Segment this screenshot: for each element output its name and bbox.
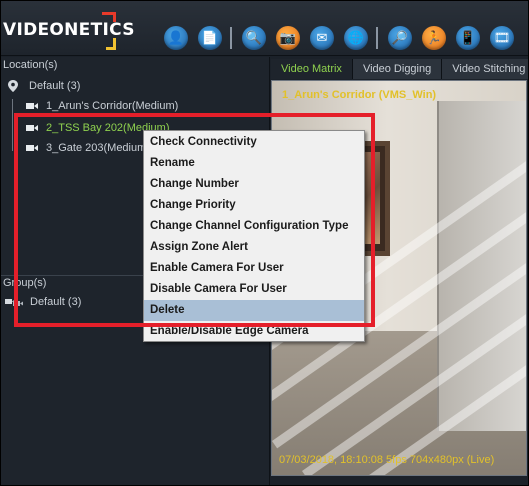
menu-item-disable-camera-for-user[interactable]: Disable Camera For User [144, 279, 364, 300]
videonetics-logo: VIDEONETICS [0, 12, 134, 50]
camera-item-1-label: 1_Arun's Corridor(Medium) [46, 100, 179, 112]
search-icon[interactable]: 🔎 [388, 26, 412, 50]
group-cameras-icon [5, 299, 23, 306]
menu-item-rename[interactable]: Rename [144, 153, 364, 174]
menu-item-assign-zone-alert[interactable]: Assign Zone Alert [144, 237, 364, 258]
logo-text: VIDEONETICS [3, 20, 135, 40]
video-camera-title: 1_Arun's Corridor (VMS_Win) [282, 89, 437, 101]
snapshot-icon[interactable]: 📷 [276, 26, 300, 50]
toolbar-separator [376, 27, 378, 49]
menu-item-change-number[interactable]: Change Number [144, 174, 364, 195]
camera-icon [26, 103, 38, 109]
running-man-icon[interactable]: 🏃 [422, 26, 446, 50]
mail-icon[interactable]: ✉ [310, 26, 334, 50]
location-default[interactable]: Default (3) [8, 77, 80, 95]
camera-item-1[interactable]: 1_Arun's Corridor(Medium) [26, 97, 178, 115]
toolbar-icons: 👤 📄 🔍 📷 ✉ 🌐 🔎 🏃 📱 🎞 [164, 24, 524, 52]
menu-item-check-connectivity[interactable]: Check Connectivity [144, 132, 364, 153]
mobile-icon[interactable]: 📱 [456, 26, 480, 50]
tree-connector [12, 99, 13, 151]
report-icon[interactable]: 📄 [198, 26, 222, 50]
video-reel-icon[interactable]: 🎞 [490, 26, 514, 50]
camera-item-3-label: 3_Gate 203(Medium) [46, 142, 150, 154]
tab-video-stitching[interactable]: Video Stitching [442, 59, 529, 79]
camera-icon [26, 125, 38, 131]
location-default-label: Default (3) [29, 80, 81, 92]
locations-header: Location(s) [3, 59, 58, 71]
groups-header: Group(s) [3, 277, 47, 289]
menu-item-enable-camera-for-user[interactable]: Enable Camera For User [144, 258, 364, 279]
camera-search-icon[interactable]: 🔍 [242, 26, 266, 50]
camera-icon [26, 145, 38, 151]
video-timestamp: 07/03/2018, 18:10:08 5fps 704x480px (Liv… [279, 454, 495, 466]
view-tabs: Video Matrix Video Digging Video Stitchi… [271, 59, 529, 79]
camera-item-3[interactable]: 3_Gate 203(Medium) [26, 139, 150, 157]
menu-item-enable-disable-edge-camera[interactable]: Enable/Disable Edge Camera [144, 321, 364, 342]
menu-item-change-channel-config[interactable]: Change Channel Configuration Type [144, 216, 364, 237]
context-menu: Check Connectivity Rename Change Number … [143, 130, 365, 342]
group-default-label: Default (3) [30, 296, 82, 308]
location-pin-icon [8, 80, 18, 92]
toolbar-separator [230, 27, 232, 49]
tab-video-digging[interactable]: Video Digging [352, 59, 443, 79]
app-window: VIDEONETICS 👤 📄 🔍 📷 ✉ 🌐 🔎 🏃 📱 🎞 Location(s) Defau… [0, 0, 529, 486]
top-toolbar: VIDEONETICS 👤 📄 🔍 📷 ✉ 🌐 🔎 🏃 📱 🎞 [0, 0, 529, 56]
globe-icon[interactable]: 🌐 [344, 26, 368, 50]
group-default[interactable]: Default (3) [4, 293, 81, 311]
menu-item-delete[interactable]: Delete [144, 300, 364, 321]
user-icon[interactable]: 👤 [164, 26, 188, 50]
menu-item-change-priority[interactable]: Change Priority [144, 195, 364, 216]
tab-video-matrix[interactable]: Video Matrix [271, 59, 353, 79]
